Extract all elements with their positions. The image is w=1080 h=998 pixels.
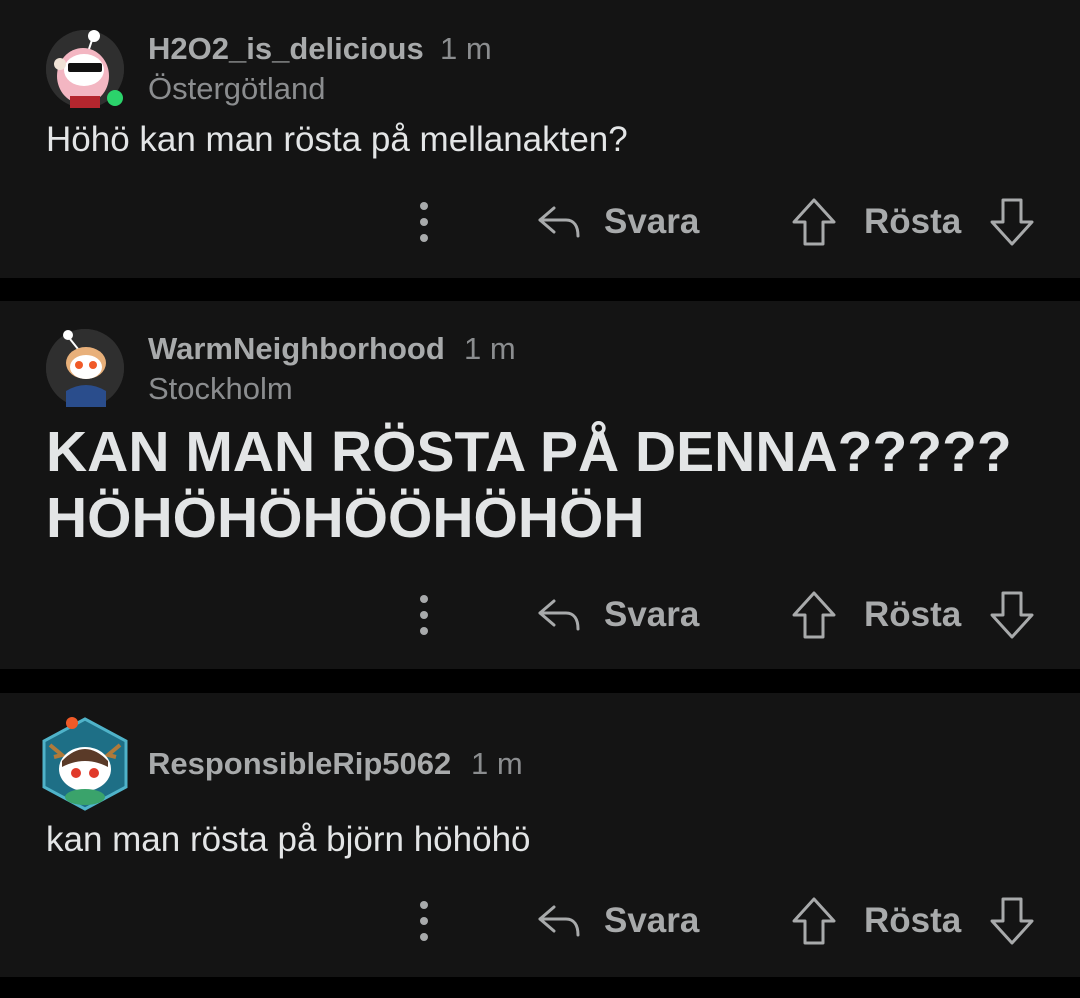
avatar-snoo-icon	[46, 329, 124, 407]
comment-flair: Stockholm	[148, 371, 293, 406]
comment-body: Höhö kan man rösta på mellanakten?	[46, 120, 628, 159]
reply-button[interactable]: Svara	[532, 895, 712, 947]
downvote-icon[interactable]	[988, 895, 1036, 947]
reply-label: Svara	[604, 901, 700, 940]
online-status-indicator	[107, 90, 123, 106]
reply-arrow-icon	[538, 599, 580, 631]
upvote-icon[interactable]	[790, 196, 838, 248]
comment-time: 1 m	[440, 31, 492, 66]
comment-time: 1 m	[471, 746, 523, 781]
comment-actions: Svara Rösta	[0, 589, 1080, 649]
comment-time: 1 m	[464, 331, 516, 366]
reply-arrow-icon	[538, 206, 580, 238]
comment-body-line: HÖHÖHÖHÖÖHÖHÖH	[46, 486, 645, 550]
comment-flair: Östergötland	[148, 71, 326, 106]
reply-label: Svara	[604, 202, 700, 241]
comment-body-line: KAN MAN RÖSTA PÅ DENNA?????	[46, 420, 1012, 484]
reply-button[interactable]: Svara	[532, 196, 712, 248]
vote-label: Rösta	[864, 901, 962, 940]
comment-card: H2O2_is_delicious 1 m Östergötland Höhö …	[0, 0, 1080, 278]
user-avatar[interactable]	[40, 715, 130, 811]
comment-username[interactable]: WarmNeighborhood	[148, 331, 445, 367]
comment-card: WarmNeighborhood 1 m Stockholm KAN MAN R…	[0, 301, 1080, 669]
more-options-icon[interactable]	[410, 899, 438, 943]
comment-actions: Svara Rösta	[0, 196, 1080, 256]
comment-body: kan man rösta på björn höhöhö	[46, 820, 531, 859]
upvote-icon[interactable]	[790, 589, 838, 641]
more-options-icon[interactable]	[410, 200, 438, 244]
downvote-icon[interactable]	[988, 196, 1036, 248]
vote-label: Rösta	[864, 202, 962, 241]
reply-label: Svara	[604, 595, 700, 634]
user-avatar[interactable]	[46, 30, 124, 108]
vote-label: Rösta	[864, 595, 962, 634]
comment-actions: Svara Rösta	[0, 895, 1080, 955]
comment-card: ResponsibleRip5062 1 m kan man rösta på …	[0, 693, 1080, 977]
reply-button[interactable]: Svara	[532, 589, 712, 641]
comment-username[interactable]: H2O2_is_delicious	[148, 31, 424, 67]
comment-username[interactable]: ResponsibleRip5062	[148, 746, 451, 782]
reply-arrow-icon	[538, 905, 580, 937]
avatar-hexagon-icon	[42, 717, 128, 811]
upvote-icon[interactable]	[790, 895, 838, 947]
user-avatar[interactable]	[46, 329, 124, 407]
downvote-icon[interactable]	[988, 589, 1036, 641]
more-options-icon[interactable]	[410, 593, 438, 637]
